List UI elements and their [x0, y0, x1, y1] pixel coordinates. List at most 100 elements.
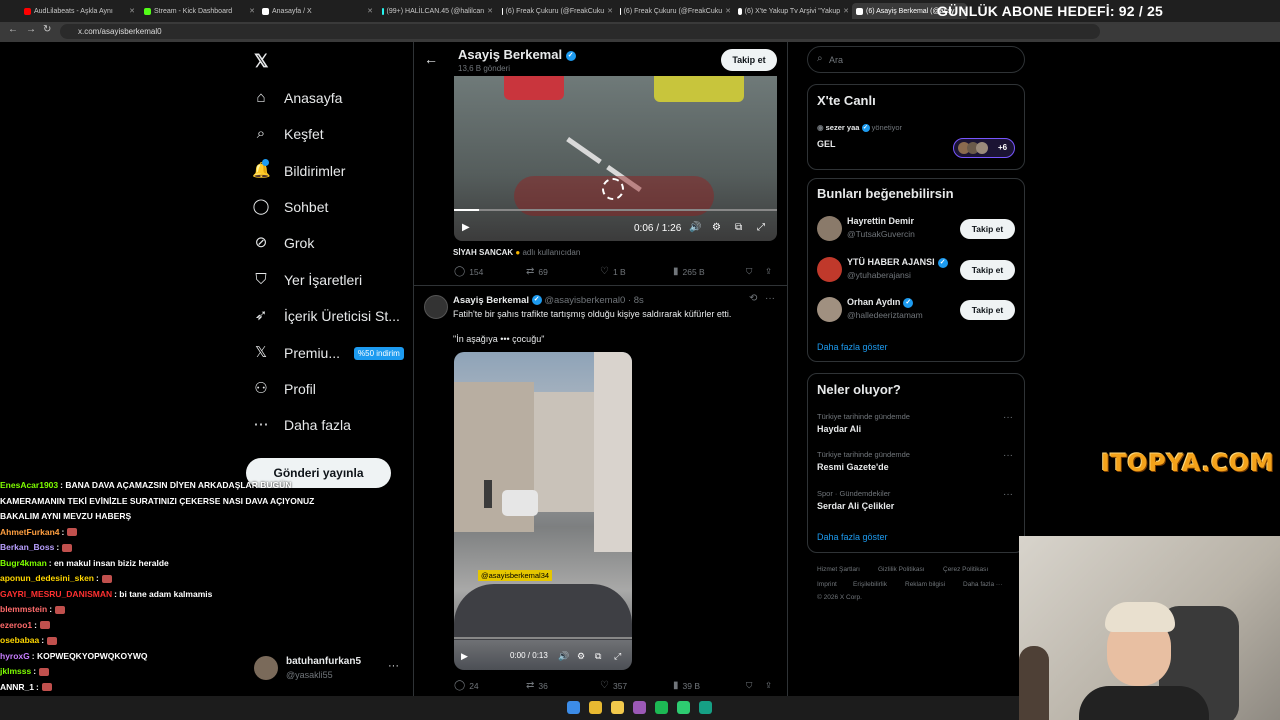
header-follow-button[interactable]: Takip et	[721, 49, 777, 71]
volume-icon[interactable]: 🔊	[558, 651, 569, 662]
suggestion-name[interactable]: Hayrettin Demir	[847, 216, 914, 226]
suggestion-name[interactable]: Orhan Aydın ✓	[847, 297, 914, 308]
sidebar-item-chat[interactable]: ◯ Sohbet	[252, 198, 329, 216]
post-more-icon[interactable]: ···	[765, 293, 775, 304]
sidebar-item-person[interactable]: ⚇ Profil	[252, 380, 316, 398]
pip-icon[interactable]: ⧉	[735, 222, 742, 233]
footer-link[interactable]: Çerez Politikası	[943, 566, 988, 573]
app-icon[interactable]	[699, 701, 712, 714]
trend-more-icon[interactable]: ···	[1003, 489, 1013, 500]
url-field[interactable]: x.com/asayisberkemal0	[60, 24, 1100, 39]
views-button[interactable]: ▮ 39 B	[673, 680, 700, 691]
back-icon[interactable]: ←	[8, 24, 18, 35]
views-button[interactable]: ▮ 265 B	[673, 266, 705, 277]
browser-tab[interactable]: (6) X'te Yakup Tv Arşivi "Yakup ✕	[734, 3, 849, 19]
suggestions-more-link[interactable]: Daha fazla göster	[817, 342, 888, 352]
reload-icon[interactable]: ↻	[43, 24, 51, 35]
settings-icon[interactable]: ⚙	[577, 651, 585, 662]
sidebar-item-rocket[interactable]: ➶ İçerik Üreticisi St...	[252, 307, 400, 325]
follow-button[interactable]: Takip et	[960, 219, 1015, 239]
tab-close-icon[interactable]: ✕	[249, 7, 255, 15]
follow-button[interactable]: Takip et	[960, 260, 1015, 280]
footer-link[interactable]: Erişilebilirlik	[853, 581, 887, 588]
sidebar-item-bell[interactable]: 🔔 Bildirimler	[252, 159, 345, 180]
post-author[interactable]: Asayiş Berkemal ✓ @asayisberkemal0 · 8s	[453, 295, 644, 306]
video-player-1[interactable]	[454, 76, 777, 241]
spotify-icon[interactable]	[655, 701, 668, 714]
tab-close-icon[interactable]: ✕	[129, 7, 135, 15]
footer-link[interactable]: Gizlilik Politikası	[878, 566, 925, 573]
like-button[interactable]: ♡ 357	[600, 680, 627, 691]
suggestion-avatar[interactable]	[817, 297, 842, 322]
trend-name[interactable]: Resmi Gazete'de	[817, 462, 889, 472]
back-arrow-icon[interactable]: ←	[424, 51, 438, 67]
settings-icon[interactable]: ⚙	[712, 222, 721, 233]
browser-tab[interactable]: AudLilabeats - Aşkla Aynı ✕	[20, 3, 135, 19]
tab-close-icon[interactable]: ✕	[725, 7, 731, 15]
footer-link[interactable]: Reklam bilgisi	[905, 581, 945, 588]
account-more-icon[interactable]: ···	[388, 660, 399, 672]
share-icon[interactable]: ⇪	[765, 266, 772, 277]
trend-name[interactable]: Haydar Ali	[817, 424, 861, 434]
trend-more-icon[interactable]: ···	[1003, 450, 1013, 461]
search-input[interactable]: ⌕ Ara	[807, 46, 1025, 73]
sidebar-item-bookmark[interactable]: ⛉ Yer İşaretleri	[252, 271, 362, 289]
reply-button[interactable]: ◯ 154	[454, 266, 483, 277]
sidebar-item-grok[interactable]: ⊘ Grok	[252, 234, 315, 252]
repost-button[interactable]: ⇄ 36	[526, 680, 548, 691]
file-explorer-icon[interactable]	[611, 701, 624, 714]
pip-icon[interactable]: ⧉	[595, 651, 601, 662]
video-player-2[interactable]: @asayisberkemal34	[454, 352, 632, 670]
share-icon[interactable]: ⇪	[765, 680, 772, 691]
tab-close-icon[interactable]: ✕	[843, 7, 849, 15]
play-icon[interactable]: ▶	[462, 222, 470, 233]
video-progress-track[interactable]	[454, 637, 632, 639]
trends-more-link[interactable]: Daha fazla göster	[817, 532, 888, 542]
tab-close-icon[interactable]: ✕	[607, 7, 613, 15]
tab-favicon-icon	[856, 7, 863, 15]
sidebar-item-search[interactable]: ⌕ Keşfet	[252, 125, 324, 143]
browser-tab[interactable]: (6) Freak Çukuru (@FreakCuku ✕	[616, 3, 731, 19]
sidebar-item-more[interactable]: ⋯ Daha fazla	[252, 416, 351, 434]
tab-close-icon[interactable]: ✕	[487, 7, 493, 15]
follow-button[interactable]: Takip et	[960, 300, 1015, 320]
video-progress-track[interactable]	[454, 209, 777, 211]
volume-icon[interactable]: 🔊	[689, 222, 701, 233]
play-icon[interactable]: ▶	[461, 651, 468, 662]
grok-icon[interactable]: ⟲	[749, 293, 757, 304]
repost-button[interactable]: ⇄ 69	[526, 266, 548, 277]
reply-button[interactable]: ◯ 24	[454, 680, 479, 691]
sidebar-item-x-logo[interactable]: 𝕏 Premiu... %50 indirim	[252, 344, 404, 362]
chrome-icon[interactable]	[589, 701, 602, 714]
tab-close-icon[interactable]: ✕	[367, 7, 373, 15]
windows-start-icon[interactable]	[567, 701, 580, 714]
footer-link[interactable]: Imprint	[817, 581, 837, 588]
attribution-user[interactable]: SİYAH SANCAK	[453, 248, 513, 257]
trend-name[interactable]: Serdar Ali Çelikler	[817, 501, 894, 511]
bookmark-icon[interactable]: ⛉	[746, 266, 752, 277]
listeners-pill[interactable]: +6	[953, 138, 1015, 158]
suggestion-name[interactable]: YTÜ HABER AJANSI ✓	[847, 257, 948, 268]
suggestion-avatar[interactable]	[817, 257, 842, 282]
footer-link[interactable]: Daha fazla ···	[963, 581, 1002, 588]
browser-tab[interactable]: Anasayfa / X ✕	[258, 3, 373, 19]
x-logo-icon[interactable]: 𝕏	[254, 51, 269, 72]
like-button[interactable]: ♡ 1 B	[600, 266, 626, 277]
fullscreen-icon[interactable]: ⤢	[614, 651, 621, 662]
bookmark-icon[interactable]: ⛉	[746, 680, 752, 691]
post-author-avatar[interactable]	[424, 295, 448, 319]
app-icon[interactable]	[677, 701, 690, 714]
chat-text: :	[36, 681, 39, 692]
space-title[interactable]: GEL	[817, 139, 836, 149]
forward-icon[interactable]: →	[26, 24, 36, 35]
browser-tab[interactable]: (99+) HALİLCAN.45 (@halilcan ✕	[378, 3, 493, 19]
browser-tab[interactable]: Stream - Kick Dashboard ✕	[140, 3, 255, 19]
trend-context: Spor · Gündemdekiler	[817, 489, 891, 498]
trend-more-icon[interactable]: ···	[1003, 412, 1013, 423]
footer-link[interactable]: Hizmet Şartları	[817, 566, 860, 573]
app-icon[interactable]	[633, 701, 646, 714]
fullscreen-icon[interactable]: ⤢	[757, 222, 765, 233]
suggestion-avatar[interactable]	[817, 216, 842, 241]
browser-tab[interactable]: (6) Freak Çukuru (@FreakCuku ✕	[498, 3, 613, 19]
sidebar-item-home[interactable]: ⌂ Anasayfa	[252, 89, 342, 107]
